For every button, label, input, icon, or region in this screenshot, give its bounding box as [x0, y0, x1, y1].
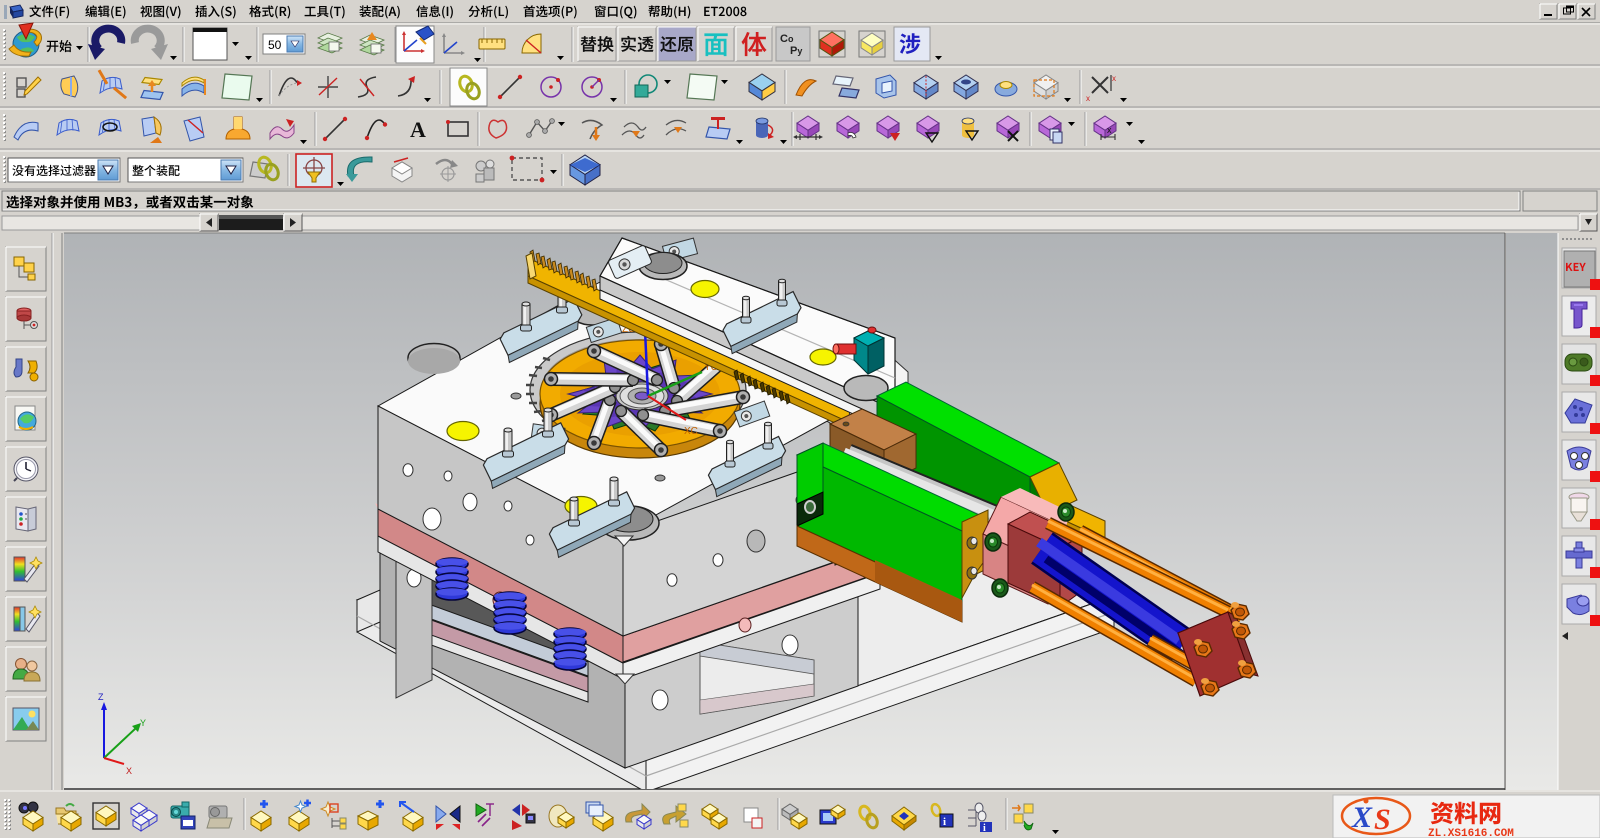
svg-text:Co: Co [780, 33, 794, 45]
svg-text:A: A [410, 117, 426, 142]
svg-text:X: X [126, 766, 132, 776]
svg-text:X: X [1351, 801, 1373, 834]
svg-text:ZL.XS1616.COM: ZL.XS1616.COM [1428, 828, 1514, 838]
svg-text:50: 50 [268, 38, 282, 52]
svg-text:x: x [1107, 125, 1112, 135]
svg-text:i: i [943, 816, 946, 828]
svg-text:XC: XC [684, 426, 698, 437]
svg-text:S: S [1374, 803, 1391, 836]
svg-text:x: x [1112, 74, 1116, 83]
svg-text:Z: Z [98, 692, 104, 702]
svg-text:x: x [1086, 94, 1090, 103]
svg-text:Y: Y [140, 718, 146, 728]
svg-text:i: i [983, 823, 986, 834]
svg-text:Py: Py [790, 45, 802, 57]
